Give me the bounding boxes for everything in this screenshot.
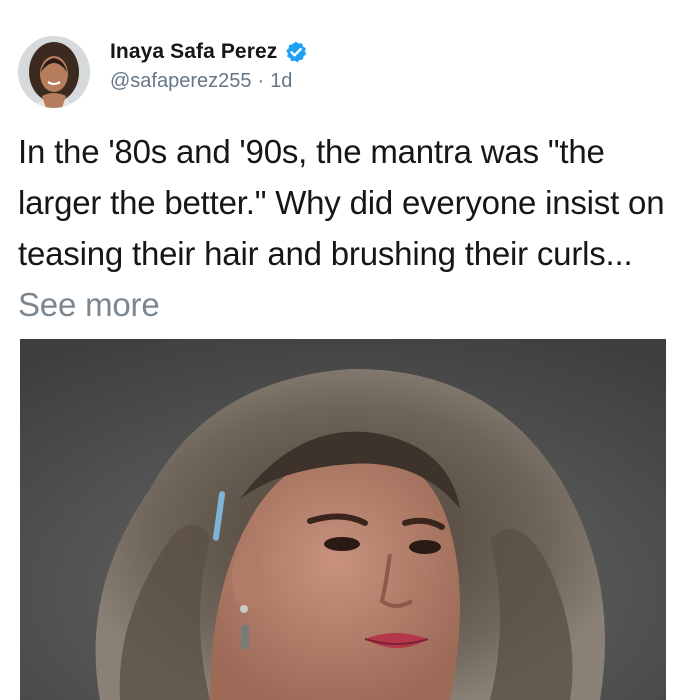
tweet-header: Inaya Safa Perez @safaperez255 · 1d	[18, 36, 308, 112]
avatar[interactable]	[18, 36, 90, 108]
verified-badge-icon	[284, 40, 308, 64]
tweet-media-image[interactable]	[20, 339, 666, 700]
author-info: Inaya Safa Perez @safaperez255 · 1d	[110, 37, 308, 93]
handle[interactable]: @safaperez255	[110, 70, 252, 93]
tweet-body: In the '80s and '90s, the mantra was "th…	[18, 133, 665, 272]
display-name[interactable]: Inaya Safa Perez	[110, 40, 277, 64]
tweet-card: Inaya Safa Perez @safaperez255 · 1d In t…	[0, 0, 700, 700]
name-row: Inaya Safa Perez	[110, 37, 308, 67]
media-photo	[20, 339, 666, 700]
see-more-link[interactable]: See more	[18, 286, 160, 323]
tweet-text: In the '80s and '90s, the mantra was "th…	[18, 126, 678, 330]
meta-row: @safaperez255 · 1d	[110, 70, 308, 93]
meta-separator: ·	[257, 70, 265, 92]
avatar-photo	[18, 36, 90, 108]
timestamp[interactable]: 1d	[270, 70, 292, 93]
